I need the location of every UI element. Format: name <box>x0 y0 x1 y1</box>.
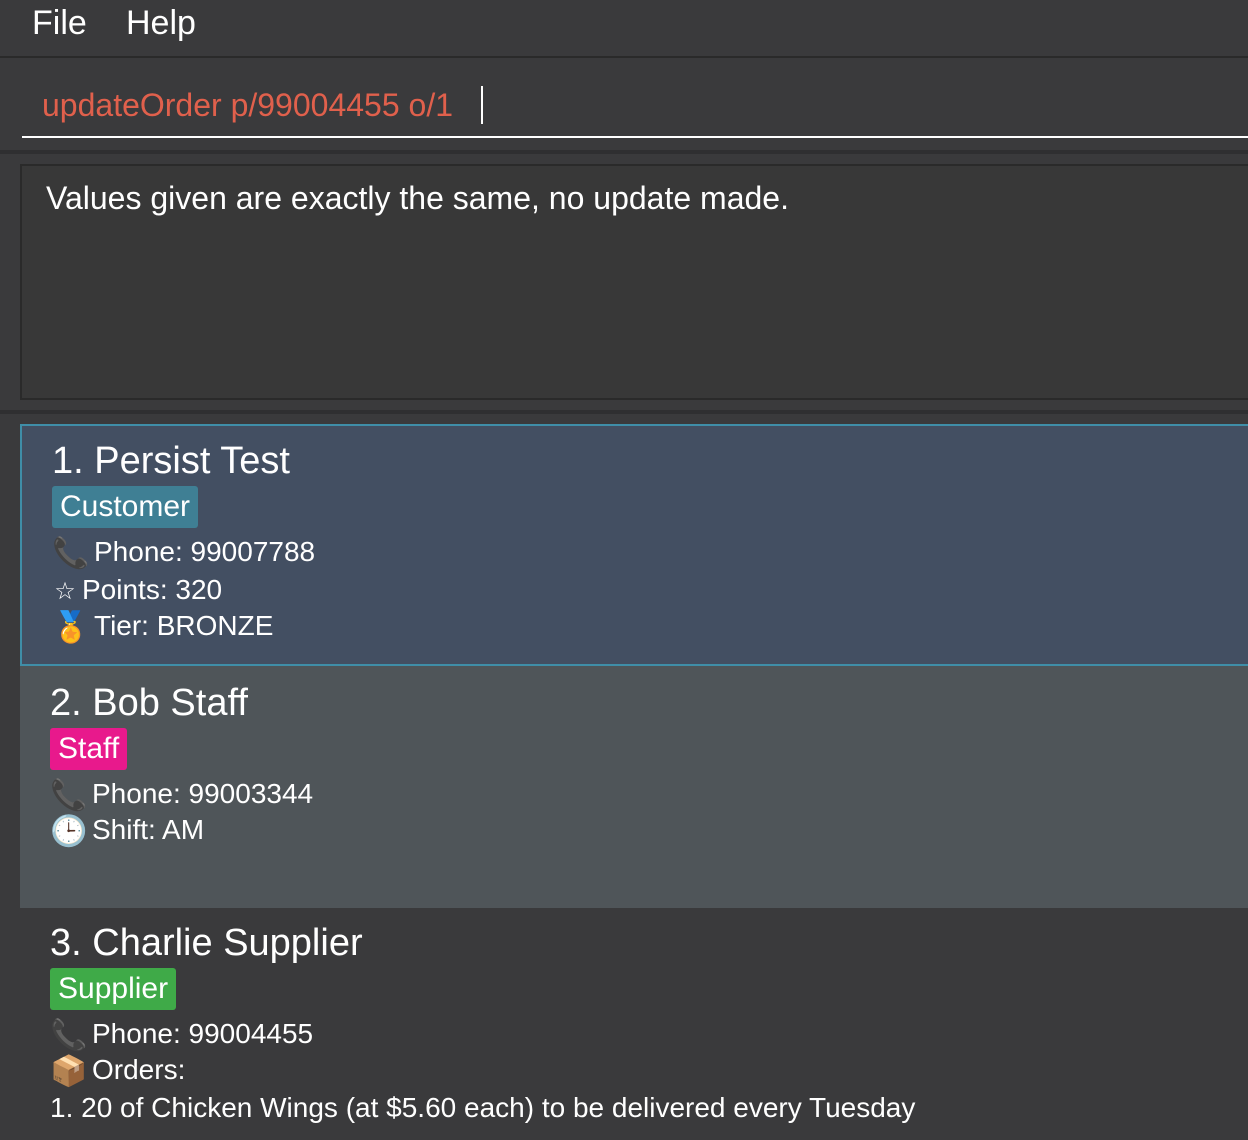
person-name: 1. Persist Test <box>52 440 290 482</box>
shift-text: Shift: AM <box>92 814 205 845</box>
phone-icon: 📞 <box>52 537 90 571</box>
medal-icon: 🏅 <box>52 611 90 645</box>
person-name: 2. Bob Staff <box>50 682 248 724</box>
points-row: ☆ Points: 320 <box>52 574 222 606</box>
role-badge-customer: Customer <box>52 486 199 528</box>
menu-file[interactable]: File <box>32 4 87 43</box>
command-box <box>0 58 1248 154</box>
phone-row: 📞 Phone: 99003344 <box>50 778 313 813</box>
tier-text: Tier: BRONZE <box>94 610 274 641</box>
person-card-3[interactable]: 3. Charlie Supplier Supplier 📞 Phone: 990… <box>20 908 1248 1140</box>
result-message: Values given are exactly the same, no up… <box>46 180 789 216</box>
tier-row: 🏅 Tier: BRONZE <box>52 610 273 645</box>
command-input[interactable] <box>22 74 1248 138</box>
points-text: Points: 320 <box>82 574 223 605</box>
role-badge-staff: Staff <box>50 728 128 770</box>
result-box[interactable]: Values given are exactly the same, no up… <box>20 164 1248 400</box>
phone-row: 📞 Phone: 99007788 <box>52 536 315 571</box>
person-card-1[interactable]: 1. Persist Test Customer 📞 Phone: 9900778… <box>20 424 1248 666</box>
order-item: 1. 20 of Chicken Wings (at $5.60 each) t… <box>50 1092 916 1123</box>
menu-help[interactable]: Help <box>126 4 196 43</box>
phone-text: Phone: 99003344 <box>92 778 314 809</box>
person-list[interactable]: 1. Persist Test Customer 📞 Phone: 9900778… <box>20 424 1248 1140</box>
phone-row: 📞 Phone: 99004455 <box>50 1018 313 1053</box>
star-icon: ☆ <box>54 578 76 606</box>
result-display: Values given are exactly the same, no up… <box>0 154 1248 414</box>
phone-text: Phone: 99004455 <box>92 1018 314 1049</box>
text-caret <box>481 86 483 124</box>
role-badge-supplier: Supplier <box>50 968 177 1010</box>
orders-label: Orders: <box>92 1054 186 1085</box>
package-icon: 📦 <box>50 1055 88 1089</box>
phone-icon: 📞 <box>50 779 88 813</box>
person-name: 3. Charlie Supplier <box>50 922 363 964</box>
shift-row: 🕒 Shift: AM <box>50 814 204 849</box>
person-card-2[interactable]: 2. Bob Staff Staff 📞 Phone: 99003344 🕒 Shi… <box>20 666 1248 908</box>
clock-icon: 🕒 <box>50 815 88 849</box>
phone-icon: 📞 <box>50 1019 88 1053</box>
phone-text: Phone: 99007788 <box>94 536 316 567</box>
menu-bar: File Help <box>0 0 1248 58</box>
orders-row: 📦 Orders: <box>50 1054 185 1089</box>
